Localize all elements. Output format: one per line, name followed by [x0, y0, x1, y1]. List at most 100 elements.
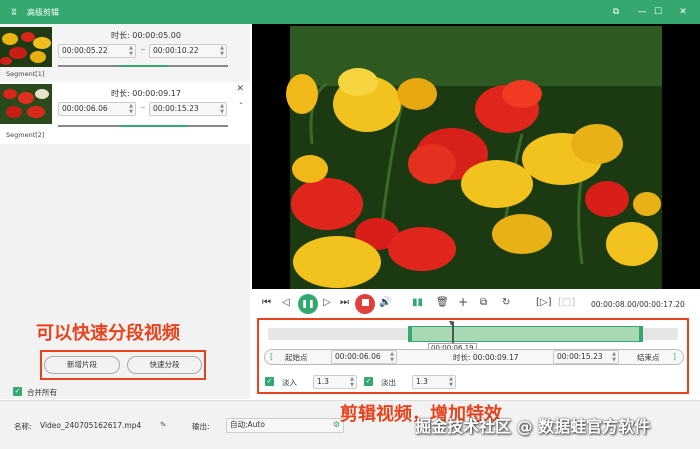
timeline-selection[interactable] — [410, 326, 642, 342]
end-time-field[interactable]: 00:00:15.23 ▲ ▼ — [553, 350, 619, 364]
stepper-icon: ▲ ▼ — [612, 351, 616, 363]
split-button[interactable]: ▮▮ — [412, 297, 423, 308]
segment-duration: 时长: 00:00:09.17 — [111, 89, 181, 98]
pause-button[interactable]: ❚❚ — [298, 294, 318, 314]
check-icon: ✓ — [14, 387, 21, 395]
app-logo-icon: ʬ — [11, 6, 17, 18]
stepper-icon: ▲ ▼ — [390, 351, 394, 363]
range-separator: ~ — [140, 46, 146, 54]
volume-icon: 🔊 — [379, 297, 392, 308]
set-start-button[interactable]: 起始点 — [285, 352, 308, 363]
segment-progress-fill — [120, 125, 188, 127]
output-label: 输出: — [192, 422, 210, 431]
segment-label: Segment[1] — [6, 70, 45, 78]
fade-out-label: 淡出 — [381, 378, 396, 387]
segment-progress-fill — [118, 65, 168, 67]
bracket-left-icon: [ — [270, 352, 273, 361]
remove-segment-button[interactable]: ✕ — [236, 84, 244, 94]
range-duration: 时长: 00:00:09.17 — [453, 353, 519, 362]
window-title: 高级剪辑 — [27, 7, 59, 17]
stepper-icon: ▲ ▼ — [220, 45, 224, 57]
mark-out-button[interactable]: [□] — [558, 297, 575, 308]
segment-thumbnail — [0, 27, 52, 67]
set-end-button[interactable]: 结束点 — [637, 352, 660, 363]
check-icon: ✓ — [365, 377, 372, 385]
segment-thumbnail — [0, 84, 52, 124]
close-icon: ✕ — [679, 7, 687, 17]
fade-in-field[interactable]: 1.3 ▲ ▼ — [313, 375, 357, 389]
stepper-icon: ▲ ▼ — [350, 376, 354, 388]
segment-end-field[interactable]: 00:00:10.22 ▲ ▼ — [149, 44, 227, 58]
maximize-icon: ☐ — [653, 7, 663, 17]
selection-end-handle[interactable] — [639, 326, 643, 342]
segment-progress-bar — [58, 125, 228, 127]
gear-icon: ⚙ — [332, 420, 340, 429]
video-preview[interactable] — [252, 24, 700, 289]
output-select[interactable]: 自动;Auto ⚙ — [226, 418, 344, 433]
refresh-button[interactable]: ↻ — [502, 297, 510, 308]
add-button[interactable]: + — [458, 295, 468, 309]
mark-in-icon: [▷] — [536, 297, 552, 308]
fade-out-checkbox[interactable]: ✓ — [364, 377, 373, 386]
pause-icon: ❚❚ — [301, 299, 315, 308]
segment-start-field[interactable]: 00:00:05.22 ▲ ▼ — [58, 44, 136, 58]
rename-button[interactable]: ✎ — [160, 420, 166, 429]
name-label: 名称: — [14, 422, 32, 431]
segment-item[interactable]: Segment[1] 时长: 00:00:05.00 00:00:05.22 ▲ ▼… — [0, 24, 250, 82]
add-icon: + — [458, 295, 469, 309]
close-icon: ✕ — [236, 84, 244, 94]
quick-split-button[interactable]: 快速分段 — [127, 356, 202, 374]
restore-button[interactable]: ⧉ — [604, 0, 628, 24]
split-hint-annotation: 可以快速分段视频 — [36, 323, 180, 344]
delete-icon: 🗑 — [436, 297, 449, 308]
skip-end-icon: ⏭ — [340, 297, 349, 308]
range-separator: ~ — [140, 104, 146, 112]
edit-icon: ✎ — [160, 420, 167, 429]
skip-start-button[interactable]: ⏮ — [262, 297, 271, 308]
title-bar: ʬ 高级剪辑 — [0, 0, 700, 24]
fade-in-checkbox[interactable]: ✓ — [265, 377, 274, 386]
segment-start-field[interactable]: 00:00:06.06 ▲ ▼ — [58, 102, 136, 116]
segment-label: Segment[2] — [6, 131, 45, 139]
collapse-segment-button[interactable]: ⌄ — [238, 98, 244, 106]
prev-frame-button[interactable]: ◁ — [282, 297, 290, 308]
copy-button[interactable]: ⧉ — [480, 297, 487, 308]
split-icon: ▮▮ — [412, 297, 424, 308]
watermark: 掘金技术社区 @ 数据蛙官方软件 — [415, 417, 651, 436]
chevron-down-icon: ⌄ — [238, 98, 244, 106]
next-frame-icon: ▷ — [323, 297, 331, 308]
skip-end-button[interactable]: ⏭ — [340, 297, 349, 308]
refresh-icon: ↻ — [502, 297, 511, 308]
stepper-icon: ▲ ▼ — [129, 103, 133, 115]
delete-button[interactable]: 🗑 — [436, 297, 449, 308]
segment-duration: 时长: 00:00:05.00 — [111, 31, 181, 40]
selection-start-handle[interactable] — [408, 326, 412, 342]
volume-button[interactable]: 🔊 — [379, 297, 391, 308]
fade-out-field[interactable]: 1.3 ▲ ▼ — [412, 375, 456, 389]
stepper-icon: ▲ ▼ — [449, 376, 453, 388]
bracket-right-icon: ] — [673, 352, 676, 361]
segment-item[interactable]: Segment[2] 时长: 00:00:09.17 ✕ ⌄ 00:00:06.… — [0, 82, 250, 144]
segment-progress-bar — [58, 65, 228, 67]
mark-in-button[interactable]: [▷] — [536, 297, 552, 308]
mark-out-icon: [□] — [558, 297, 576, 308]
time-display: 00:00:08.00/00:00:17.20 — [591, 300, 685, 309]
prev-frame-icon: ◁ — [282, 297, 290, 308]
stop-button[interactable] — [355, 294, 375, 314]
new-segment-button[interactable]: 新增片段 — [44, 356, 120, 374]
maximize-button[interactable]: ☐ — [646, 0, 670, 24]
start-time-field[interactable]: 00:00:06.06 ▲ ▼ — [331, 350, 397, 364]
check-icon: ✓ — [266, 377, 273, 385]
stepper-icon: ▲ ▼ — [220, 103, 224, 115]
copy-icon: ⧉ — [480, 297, 488, 308]
skip-start-icon: ⏮ — [262, 297, 271, 308]
stepper-icon: ▲ ▼ — [129, 45, 133, 57]
stop-icon — [361, 299, 369, 306]
segment-end-field[interactable]: 00:00:15.23 ▲ ▼ — [149, 102, 227, 116]
merge-all-label: 合并所有 — [27, 388, 57, 397]
close-button[interactable]: ✕ — [671, 0, 695, 24]
next-frame-button[interactable]: ▷ — [323, 297, 331, 308]
playhead-marker-icon: ▼ — [449, 320, 454, 327]
merge-all-checkbox[interactable]: ✓ — [13, 387, 22, 396]
restore-icon: ⧉ — [612, 7, 620, 17]
